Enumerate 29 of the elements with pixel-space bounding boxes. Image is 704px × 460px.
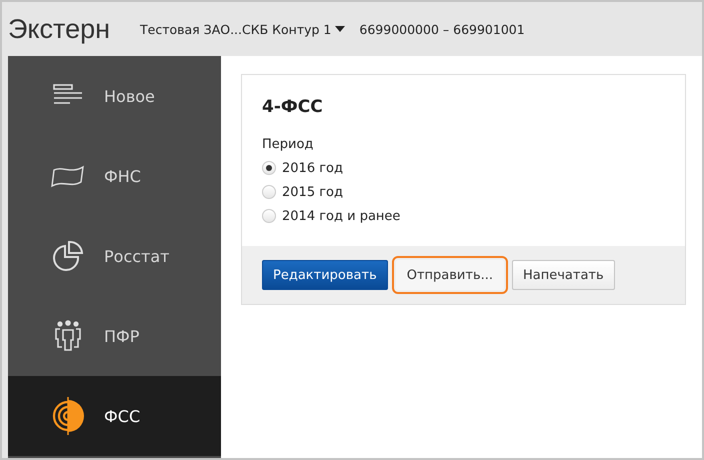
- inn-kpp: 6699000000 – 669901001: [359, 22, 525, 36]
- radio-button[interactable]: [262, 209, 276, 223]
- sidebar-label: ФНС: [104, 166, 141, 186]
- sidebar-item[interactable]: Новое: [8, 56, 221, 136]
- sidebar-label: Новое: [104, 86, 155, 106]
- people-icon: [53, 320, 83, 352]
- pie-chart-icon: [51, 240, 85, 272]
- edit-button[interactable]: Редактировать: [262, 260, 388, 290]
- card-title: 4-ФСС: [262, 97, 324, 117]
- radio-label[interactable]: 2015 год: [282, 184, 343, 200]
- sidebar-item[interactable]: ПФР: [8, 296, 221, 376]
- flag-icon: [51, 164, 85, 188]
- period-label: Период: [262, 137, 314, 152]
- sidebar-item[interactable]: ФНС: [8, 136, 221, 216]
- organization-dropdown[interactable]: Тестовая ЗАО...СКБ Контур 1: [140, 22, 346, 36]
- radio-button[interactable]: [262, 185, 276, 199]
- sidebar-item[interactable]: ФСС: [8, 376, 221, 456]
- radio-button[interactable]: [262, 161, 276, 175]
- sidebar-item[interactable]: Росстат: [8, 216, 221, 296]
- action-button[interactable]: Отправить...: [396, 260, 504, 290]
- half-circle-icon: [52, 397, 84, 435]
- radio-label[interactable]: 2014 год и ранее: [282, 208, 400, 224]
- sidebar-label: Росстат: [104, 246, 170, 266]
- sidebar-label: ФСС: [104, 406, 140, 426]
- radio-label[interactable]: 2016 год: [282, 160, 343, 176]
- app-logo: Экстерн: [8, 14, 110, 44]
- caret-icon: [335, 26, 346, 32]
- action-button[interactable]: Напечатать: [512, 260, 615, 290]
- sidebar-label: ПФР: [104, 326, 140, 346]
